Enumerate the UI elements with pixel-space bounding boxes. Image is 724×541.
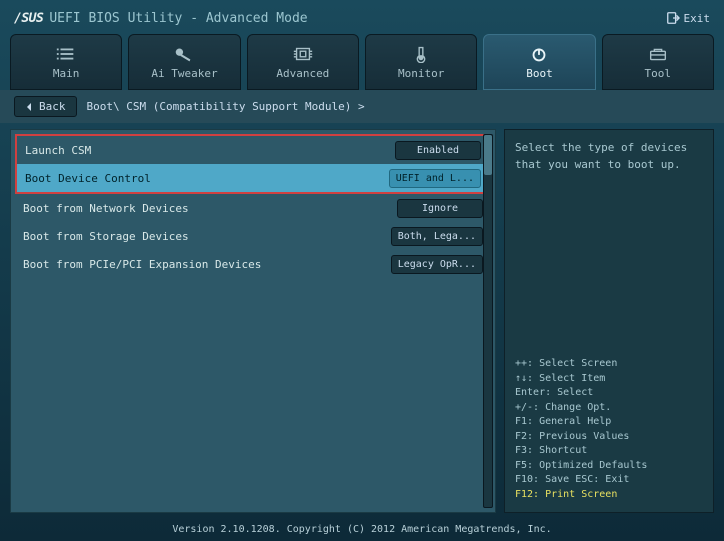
scrollbar-thumb[interactable] <box>484 135 492 175</box>
help-key-line: +/-: Change Opt. <box>515 401 703 416</box>
option-boot-storage[interactable]: Boot from Storage Devices Both, Lega... <box>15 222 491 250</box>
option-boot-pcie[interactable]: Boot from PCIe/PCI Expansion Devices Leg… <box>15 250 491 278</box>
breadcrumb: Boot\ CSM (Compatibility Support Module)… <box>87 100 365 113</box>
help-key-line: F1: General Help <box>515 415 703 430</box>
help-pane: Select the type of devices that you want… <box>504 129 714 513</box>
option-value[interactable]: Enabled <box>395 141 481 160</box>
help-key-line: ++: Select Screen <box>515 357 703 372</box>
back-label: Back <box>39 100 66 113</box>
help-keys: ++: Select Screen ↑↓: Select Item Enter:… <box>515 357 703 502</box>
option-value[interactable]: Both, Lega... <box>391 227 483 246</box>
help-key-line: F5: Optimized Defaults <box>515 459 703 474</box>
scrollbar[interactable] <box>483 134 493 508</box>
tab-label: Boot <box>526 67 553 80</box>
back-button[interactable]: Back <box>14 96 77 117</box>
title-bar: /SUS UEFI BIOS Utility - Advanced Mode E… <box>0 0 724 32</box>
tab-ai-tweaker[interactable]: Ai Tweaker <box>128 34 240 90</box>
exit-label: Exit <box>684 12 711 25</box>
tab-label: Monitor <box>398 67 444 80</box>
tab-tool[interactable]: Tool <box>602 34 714 90</box>
brand: /SUS UEFI BIOS Utility - Advanced Mode <box>14 11 308 26</box>
power-icon <box>528 45 550 63</box>
tab-label: Advanced <box>276 67 329 80</box>
version-footer: Version 2.10.1208. Copyright (C) 2012 Am… <box>0 524 724 535</box>
breadcrumb-bar: Back Boot\ CSM (Compatibility Support Mo… <box>0 90 724 123</box>
tab-label: Ai Tweaker <box>151 67 217 80</box>
thermometer-icon <box>410 45 432 63</box>
help-key-line: F10: Save ESC: Exit <box>515 473 703 488</box>
help-key-line: F3: Shortcut <box>515 444 703 459</box>
option-label: Boot from Network Devices <box>23 202 189 215</box>
tab-main[interactable]: Main <box>10 34 122 90</box>
options-pane: Launch CSM Enabled Boot Device Control U… <box>10 129 496 513</box>
help-description: Select the type of devices that you want… <box>515 140 703 173</box>
back-arrow-icon <box>25 102 35 112</box>
exit-icon <box>666 11 680 25</box>
help-key-line: Enter: Select <box>515 386 703 401</box>
tab-label: Main <box>53 67 80 80</box>
highlight-box: Launch CSM Enabled Boot Device Control U… <box>15 134 491 194</box>
option-boot-network[interactable]: Boot from Network Devices Ignore <box>15 194 491 222</box>
wrench-icon <box>173 45 195 63</box>
tab-monitor[interactable]: Monitor <box>365 34 477 90</box>
option-label: Boot Device Control <box>25 172 151 185</box>
tab-boot[interactable]: Boot <box>483 34 595 90</box>
asus-logo: /SUS <box>14 11 43 26</box>
option-launch-csm[interactable]: Launch CSM Enabled <box>17 136 489 164</box>
list-icon <box>55 45 77 63</box>
option-value[interactable]: Ignore <box>397 199 483 218</box>
tab-label: Tool <box>645 67 672 80</box>
tab-advanced[interactable]: Advanced <box>247 34 359 90</box>
help-key-line-highlight: F12: Print Screen <box>515 488 703 503</box>
option-value[interactable]: Legacy OpR... <box>391 255 483 274</box>
main-area: Launch CSM Enabled Boot Device Control U… <box>0 123 724 519</box>
chip-icon <box>292 45 314 63</box>
exit-button[interactable]: Exit <box>666 11 711 25</box>
option-label: Launch CSM <box>25 144 91 157</box>
nav-tabs: Main Ai Tweaker Advanced Monitor Boot To… <box>0 32 724 90</box>
option-value[interactable]: UEFI and L... <box>389 169 481 188</box>
option-label: Boot from Storage Devices <box>23 230 189 243</box>
help-key-line: F2: Previous Values <box>515 430 703 445</box>
option-boot-device-control[interactable]: Boot Device Control UEFI and L... <box>17 164 489 192</box>
app-title: UEFI BIOS Utility - Advanced Mode <box>49 11 307 26</box>
option-label: Boot from PCIe/PCI Expansion Devices <box>23 258 261 271</box>
help-key-line: ↑↓: Select Item <box>515 372 703 387</box>
toolbox-icon <box>647 45 669 63</box>
